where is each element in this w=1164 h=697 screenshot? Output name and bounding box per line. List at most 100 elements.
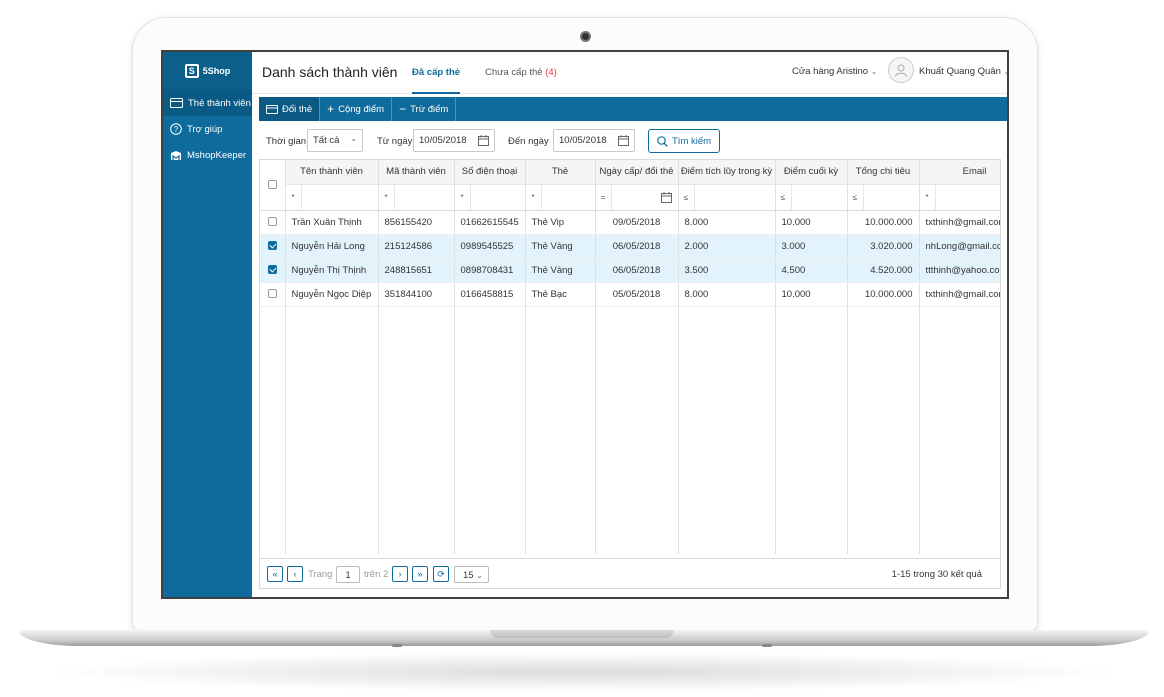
table-row[interactable]: Nguyễn Hải Long 215124586 0989545525 Thẻ… bbox=[260, 234, 1000, 259]
first-page-button[interactable]: « bbox=[267, 566, 283, 582]
sidebar-item-mshopkeeper[interactable]: MshopKeeper bbox=[163, 142, 252, 168]
member-name-link[interactable]: Trần Xuân Thịnh bbox=[285, 210, 379, 235]
last-page-button[interactable]: » bbox=[412, 566, 428, 582]
member-phone: 0898708431 bbox=[454, 258, 526, 283]
member-email: txthinh@gmail.com bbox=[919, 210, 1000, 235]
column-header-points[interactable]: Điểm tích lũy trong kỳ bbox=[678, 160, 776, 185]
total-spending: 3.020.000 bbox=[847, 234, 920, 259]
column-header-end-points[interactable]: Điểm cuối kỳ bbox=[775, 160, 848, 185]
period-points: 2.000 bbox=[678, 234, 776, 259]
end-points: 3.000 bbox=[775, 234, 848, 259]
member-card: Thẻ Bạc bbox=[525, 282, 596, 307]
column-header-phone[interactable]: Số điện thoại bbox=[454, 160, 526, 185]
page-input[interactable]: 1 bbox=[336, 566, 360, 583]
sidebar-item-label: MshopKeeper bbox=[187, 149, 247, 161]
filter-cell-points[interactable]: ≤ bbox=[678, 184, 776, 211]
filter-cell-card[interactable]: * bbox=[525, 184, 596, 211]
calendar-icon[interactable] bbox=[660, 191, 672, 203]
avatar[interactable] bbox=[888, 57, 914, 83]
search-button[interactable]: Tìm kiếm bbox=[648, 129, 721, 153]
column-header-total[interactable]: Tổng chi tiêu bbox=[847, 160, 920, 185]
sidebar-item-label: Thẻ thành viên bbox=[188, 97, 251, 109]
logo-icon: S bbox=[184, 64, 199, 78]
end-points: 4.500 bbox=[775, 258, 848, 283]
select-all-checkbox[interactable] bbox=[267, 180, 277, 190]
member-code: 215124586 bbox=[378, 234, 455, 259]
store-selector[interactable]: Cửa hàng Aristino ⌄ bbox=[792, 66, 877, 77]
filter-row: * * * * = ≤ ≤ ≤ * bbox=[260, 184, 1000, 211]
sidebar-item-help[interactable]: ? Trợ giúp bbox=[163, 116, 252, 142]
filter-cell-code[interactable]: * bbox=[378, 184, 455, 211]
subtract-points-button[interactable]: − Trừ điểm bbox=[392, 97, 457, 121]
member-table: Tên thành viên Mã thành viên Số điện tho… bbox=[259, 159, 1001, 559]
tab-unissued-cards[interactable]: Chưa cấp thẻ (4) bbox=[485, 67, 557, 94]
to-date-input[interactable]: 10/05/2018 bbox=[553, 129, 635, 152]
table-row[interactable]: Nguyễn Thị Thịnh 248815651 0898708431 Th… bbox=[260, 258, 1000, 283]
app-logo[interactable]: S 5Shop bbox=[163, 52, 252, 90]
user-menu[interactable]: Khuất Quang Quân ⌄ bbox=[919, 66, 1007, 77]
filter-operator[interactable]: * bbox=[455, 184, 471, 209]
minus-icon: − bbox=[399, 102, 407, 116]
time-select[interactable]: Tất cả ⌄ bbox=[307, 129, 363, 152]
column-header-name[interactable]: Tên thành viên bbox=[285, 160, 379, 185]
row-checkbox[interactable] bbox=[267, 289, 277, 299]
filter-cell-phone[interactable]: * bbox=[454, 184, 526, 211]
filter-operator[interactable]: ≤ bbox=[848, 184, 864, 209]
column-header-card[interactable]: Thẻ bbox=[525, 160, 596, 185]
from-date-input[interactable]: 10/05/2018 bbox=[413, 129, 495, 152]
table-row[interactable]: Nguyễn Ngọc Diệp 351844100 0166458815 Th… bbox=[260, 282, 1000, 307]
row-checkbox[interactable] bbox=[267, 217, 277, 227]
change-card-button[interactable]: Đổi thẻ bbox=[259, 97, 321, 121]
total-spending: 10.000.000 bbox=[847, 282, 920, 307]
empty-area bbox=[260, 306, 1000, 554]
total-spending: 4.520.000 bbox=[847, 258, 920, 283]
laptop-shadow bbox=[40, 652, 1124, 692]
member-code: 351844100 bbox=[378, 282, 455, 307]
tab-issued-cards[interactable]: Đã cấp thẻ bbox=[412, 67, 461, 94]
member-name-link[interactable]: Nguyễn Hải Long bbox=[285, 234, 379, 259]
next-page-button[interactable]: › bbox=[392, 566, 408, 582]
prev-page-button[interactable]: ‹ bbox=[287, 566, 303, 582]
pagination: « ‹ Trang 1 trên 2 › » ⟳ 15 ⌄ 1-15 trong… bbox=[259, 559, 1001, 589]
column-header-email[interactable]: Email bbox=[919, 160, 1000, 185]
chevron-left-icon: ‹ bbox=[293, 569, 297, 579]
page-size-select[interactable]: 15 ⌄ bbox=[454, 566, 489, 583]
filter-cell-date[interactable]: = bbox=[595, 184, 679, 211]
from-date-value: 10/05/2018 bbox=[419, 135, 467, 146]
refresh-button[interactable]: ⟳ bbox=[433, 566, 449, 582]
filter-cell-end-points[interactable]: ≤ bbox=[775, 184, 848, 211]
header: Danh sách thành viên Đã cấp thẻ Chưa cấp… bbox=[252, 52, 1007, 94]
column-header-date[interactable]: Ngày cấp/ đổi thẻ bbox=[595, 160, 679, 185]
chevron-right-icon: › bbox=[398, 569, 402, 579]
filter-operator[interactable]: * bbox=[920, 184, 936, 209]
webcam-icon bbox=[580, 31, 591, 42]
filter-operator[interactable]: * bbox=[526, 184, 542, 209]
filter-operator[interactable]: * bbox=[286, 184, 302, 209]
filter-operator[interactable]: * bbox=[379, 184, 395, 209]
filter-operator[interactable]: ≤ bbox=[776, 184, 792, 209]
calendar-icon bbox=[618, 135, 629, 146]
member-code: 248815651 bbox=[378, 258, 455, 283]
select-all-cell bbox=[260, 160, 286, 211]
filter-operator[interactable]: ≤ bbox=[679, 184, 695, 209]
add-points-button[interactable]: + Cộng điểm bbox=[320, 97, 393, 121]
filter-cell-total[interactable]: ≤ bbox=[847, 184, 920, 211]
filter-cell-email[interactable]: * bbox=[919, 184, 1000, 211]
card-date: 06/05/2018 bbox=[595, 258, 679, 283]
row-checkbox[interactable] bbox=[267, 265, 277, 275]
member-card: Thẻ Vàng bbox=[525, 234, 596, 259]
member-name-link[interactable]: Nguyễn Thị Thịnh bbox=[285, 258, 379, 283]
to-date-label: Đến ngày bbox=[508, 136, 549, 147]
filter-cell-name[interactable]: * bbox=[285, 184, 379, 211]
user-icon bbox=[895, 64, 907, 77]
end-points: 10.000 bbox=[775, 282, 848, 307]
row-select-cell bbox=[260, 258, 286, 283]
row-checkbox[interactable] bbox=[267, 241, 277, 251]
table-row[interactable]: Trần Xuân Thịnh 856155420 01662615545 Th… bbox=[260, 210, 1000, 235]
sidebar-item-member-card[interactable]: Thẻ thành viên bbox=[163, 90, 252, 116]
to-date-value: 10/05/2018 bbox=[559, 135, 607, 146]
member-card: Thẻ Vàng bbox=[525, 258, 596, 283]
column-header-code[interactable]: Mã thành viên bbox=[378, 160, 455, 185]
member-name-link[interactable]: Nguyễn Ngọc Diệp bbox=[285, 282, 379, 307]
filter-operator[interactable]: = bbox=[596, 184, 612, 209]
